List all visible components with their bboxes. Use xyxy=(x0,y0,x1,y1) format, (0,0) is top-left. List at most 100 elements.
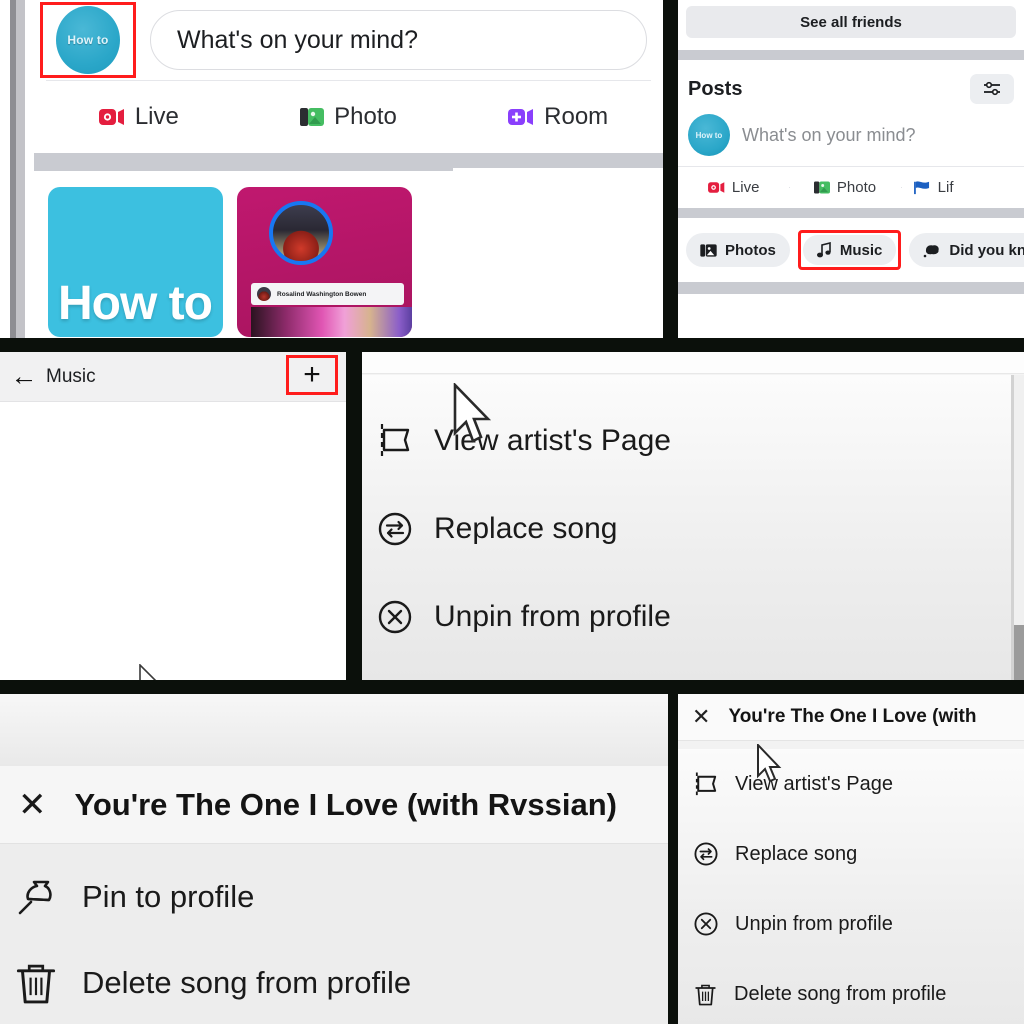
menu-scrollbar-thumb[interactable] xyxy=(1014,625,1024,680)
story-name-label: Rosalind Washington Bowen xyxy=(277,290,367,298)
story-card-howto[interactable]: How to xyxy=(48,187,223,337)
music-screen-header: ← Music + xyxy=(0,352,346,402)
panel-song-menu-zoomed: View artist's Page Replace song Unpin fr… xyxy=(362,352,1024,680)
panel-composer-zoomed: How to What's on your mind? Live Photo R… xyxy=(0,0,663,338)
composer-action-room-label: Room xyxy=(544,103,609,130)
song-menu-top-strip xyxy=(362,352,1024,374)
composer-row: How to What's on your mind? xyxy=(34,0,663,80)
chip-music[interactable]: Music xyxy=(802,235,897,265)
composer-action-photo-label: Photo xyxy=(334,103,397,130)
plus-icon[interactable]: + xyxy=(303,360,321,390)
menu-item-view-artist-page-label: View artist's Page xyxy=(434,424,671,457)
menu-item-view-artist-page[interactable]: View artist's Page xyxy=(362,397,1014,485)
photo-icon xyxy=(700,243,717,258)
sheet-item-delete-song-from-profile-label: Delete song from profile xyxy=(82,965,412,1000)
menu-item-replace-song[interactable]: Replace song xyxy=(362,485,1014,573)
song-menu-small-title: You're The One I Love (with xyxy=(728,706,977,727)
profile-action-live[interactable]: Live xyxy=(678,179,789,196)
composer-action-live[interactable]: Live xyxy=(34,103,244,131)
posts-header-row: Posts xyxy=(678,60,1024,110)
life-event-flag-icon xyxy=(913,180,931,195)
menu-item-unpin-from-profile[interactable]: Unpin from profile xyxy=(362,573,1014,661)
posts-filter-button[interactable] xyxy=(970,74,1014,104)
filter-sliders-icon xyxy=(982,81,1002,97)
profile-composer-input[interactable]: What's on your mind? xyxy=(742,125,916,146)
music-screen-body xyxy=(0,402,346,680)
profile-avatar[interactable]: How to xyxy=(688,114,730,156)
sheet-item-pin-to-profile[interactable]: Pin to profile xyxy=(0,854,668,940)
menu-item-view-artist-page[interactable]: View artist's Page xyxy=(678,749,1024,819)
status-composer-input[interactable]: What's on your mind? xyxy=(150,10,647,70)
song-sheet-title-row: ✕ You're The One I Love (with Rvssian) xyxy=(0,766,668,844)
menu-item-delete-song-from-profile-label: Delete song from profile xyxy=(734,982,947,1005)
panel-song-sheet: ✕ You're The One I Love (with Rvssian) P… xyxy=(0,694,668,1024)
profile-action-life-event[interactable]: Lif xyxy=(900,179,1024,196)
composer-action-photo[interactable]: Photo xyxy=(244,103,454,131)
trash-icon xyxy=(14,960,58,1006)
menu-item-unpin-from-profile-label: Unpin from profile xyxy=(735,912,893,935)
back-arrow-icon[interactable]: ← xyxy=(6,363,42,390)
profile-chip-row: Photos Music Did you kn xyxy=(678,218,1024,282)
photo-icon xyxy=(813,180,830,195)
chip-photos[interactable]: Photos xyxy=(686,233,790,267)
menu-item-delete-song-from-profile[interactable]: Delete song from profile xyxy=(362,661,1014,680)
chip-did-you-know[interactable]: Did you kno xyxy=(909,233,1024,267)
close-x-icon[interactable]: ✕ xyxy=(18,788,47,822)
chip-photos-label: Photos xyxy=(725,241,776,259)
music-screen-title: Music xyxy=(46,365,96,387)
see-all-friends-label: See all friends xyxy=(800,13,902,31)
flag-icon xyxy=(694,771,718,798)
rail-bar-light xyxy=(16,0,25,338)
song-menu-small-title-row: ✕ You're The One I Love (with xyxy=(678,694,1024,741)
photo-icon xyxy=(300,106,325,128)
sheet-item-pin-to-profile-label: Pin to profile xyxy=(82,879,255,914)
mouse-cursor xyxy=(139,664,157,680)
chips-separator-bar xyxy=(678,208,1024,218)
posts-title: Posts xyxy=(688,77,743,100)
feed-separator-bar xyxy=(678,50,1024,60)
composer-action-row: Live Photo Room xyxy=(34,81,663,153)
close-x-icon[interactable]: ✕ xyxy=(692,706,710,728)
menu-item-unpin-from-profile[interactable]: Unpin from profile xyxy=(678,889,1024,959)
menu-item-replace-song[interactable]: Replace song xyxy=(678,819,1024,889)
menu-item-replace-song-label: Replace song xyxy=(735,842,858,865)
music-note-icon xyxy=(816,242,832,258)
flag-icon xyxy=(378,422,412,460)
profile-action-photo-label: Photo xyxy=(836,179,877,196)
live-video-icon xyxy=(98,107,125,127)
chip-music-highlight-box: Music xyxy=(797,230,902,270)
song-menu-sheet: View artist's Page Replace song Unpin fr… xyxy=(362,375,1014,680)
panel-music-screen: ← Music + xyxy=(0,352,346,680)
profile-action-life-event-label: Lif xyxy=(937,179,954,196)
panel-song-menu-small: ✕ You're The One I Love (with View artis… xyxy=(678,694,1024,1024)
swap-arrows-icon xyxy=(694,842,718,866)
menu-item-view-artist-page-label: View artist's Page xyxy=(735,772,893,795)
menu-item-unpin-from-profile-label: Unpin from profile xyxy=(434,600,671,633)
profile-action-bar: Live Photo Lif xyxy=(678,166,1024,208)
see-all-friends-button[interactable]: See all friends xyxy=(686,6,1016,38)
sheet-item-delete-song-from-profile[interactable]: Delete song from profile xyxy=(0,940,668,1024)
menu-item-delete-song-from-profile[interactable]: Delete song from profile xyxy=(678,959,1024,1024)
room-video-icon xyxy=(508,107,534,127)
profile-bottom-bar xyxy=(678,282,1024,294)
profile-action-photo[interactable]: Photo xyxy=(789,179,900,196)
story-name-chip: Rosalind Washington Bowen xyxy=(251,283,404,305)
avatar-highlight-box: How to xyxy=(40,2,136,78)
story-photo-preview xyxy=(251,307,412,337)
menu-item-replace-song-label: Replace song xyxy=(434,512,618,545)
add-music-highlight-box: + xyxy=(286,355,338,395)
menu-right-edge xyxy=(1011,375,1014,680)
profile-composer-row: How to What's on your mind? xyxy=(678,110,1024,166)
song-menu-small-sheet: View artist's Page Replace song Unpin fr… xyxy=(678,744,1024,1024)
left-scroll-rail xyxy=(0,0,34,338)
trash-icon xyxy=(694,982,717,1007)
composer-action-live-label: Live xyxy=(134,103,179,130)
story-card-friend[interactable]: Rosalind Washington Bowen xyxy=(237,187,412,337)
composer-action-room[interactable]: Room xyxy=(453,103,663,131)
story-howto-label: How to xyxy=(58,277,213,330)
song-sheet-title: You're The One I Love (with Rvssian) xyxy=(74,786,618,822)
avatar-label: How to xyxy=(67,33,109,47)
avatar[interactable]: How to xyxy=(56,6,120,74)
circle-x-icon xyxy=(378,600,412,634)
live-video-icon xyxy=(707,181,725,194)
